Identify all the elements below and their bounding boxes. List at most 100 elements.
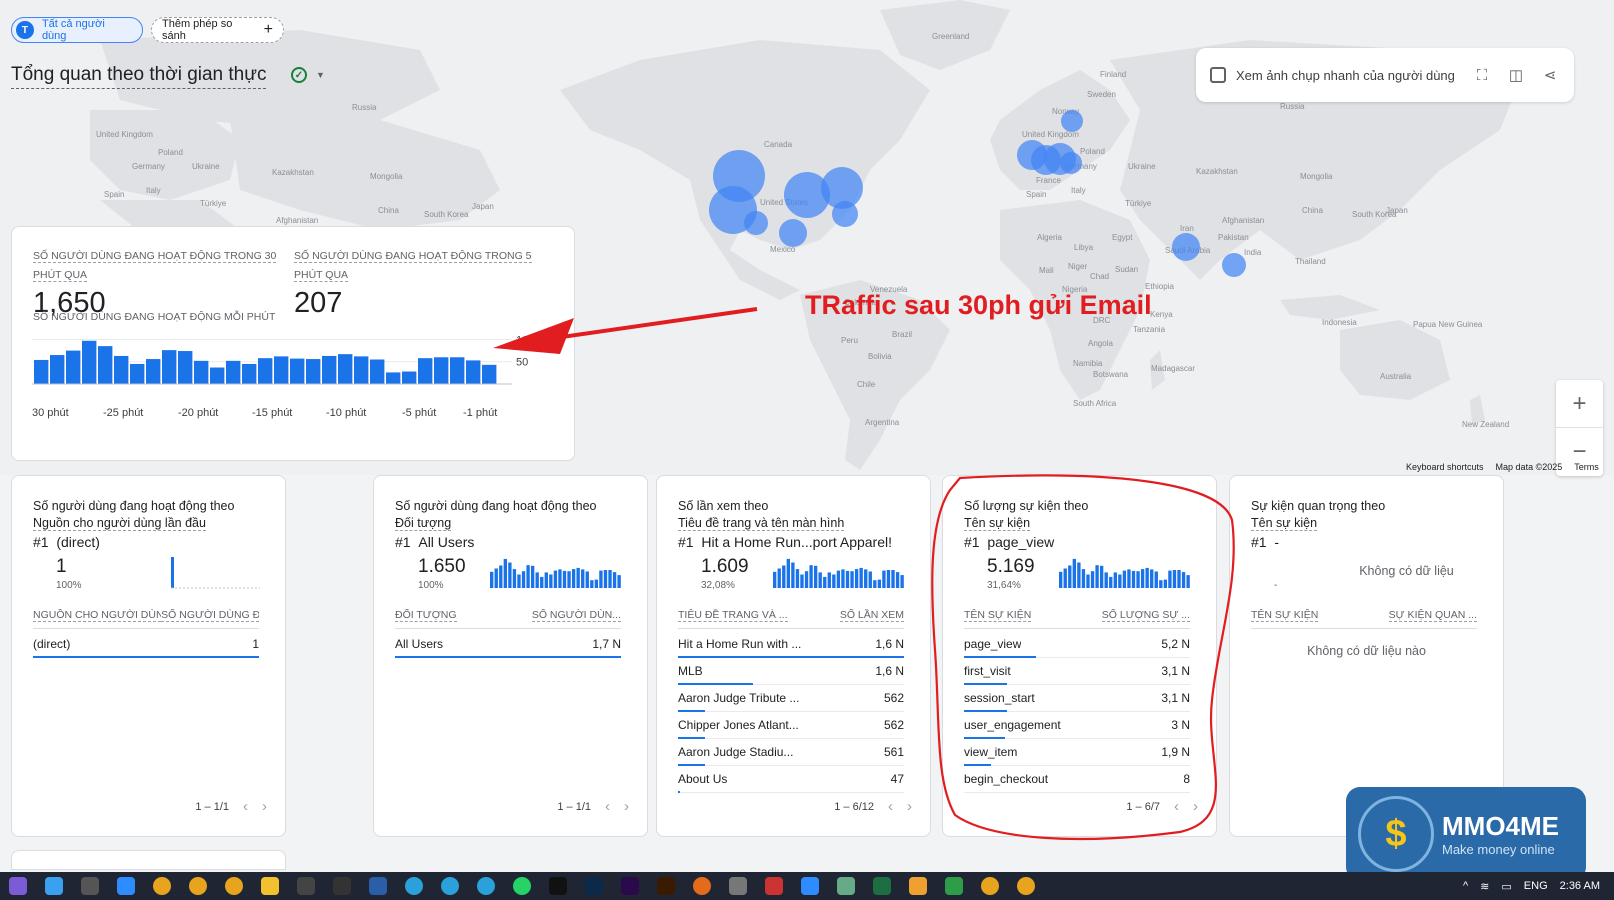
powershell-icon[interactable] [369, 877, 387, 895]
chrome-icon[interactable] [153, 877, 171, 895]
zoom-in-button[interactable]: + [1556, 380, 1603, 428]
prev-page-icon[interactable]: ‹ [888, 798, 893, 815]
column-header[interactable]: Số lần xem [839, 609, 904, 622]
next-page-icon[interactable]: › [262, 798, 267, 815]
next-page-icon[interactable]: › [907, 798, 912, 815]
table-row[interactable]: MLB 1,6 N [678, 658, 904, 685]
app-icon[interactable] [729, 877, 747, 895]
table-row[interactable]: first_visit 3,1 N [964, 658, 1190, 685]
users-5min-label[interactable]: Số người dùng đang hoạt động trong 5 phút… [294, 247, 544, 285]
keyboard-shortcuts-link[interactable]: Keyboard shortcuts [1406, 462, 1484, 472]
user-location-bubble[interactable] [1222, 253, 1246, 277]
table-row[interactable]: All Users 1,7 N [395, 631, 621, 658]
keyboard-language[interactable]: ENG [1524, 880, 1548, 892]
column-header[interactable]: Số lượng sự ... [1101, 609, 1190, 622]
prev-page-icon[interactable]: ‹ [605, 798, 610, 815]
map-label: Poland [1080, 147, 1105, 156]
users-per-minute-chart[interactable]: 100 50 30 phút -25 phút -20 phút -15 phút -10 … [32, 327, 562, 427]
next-page-icon[interactable]: › [624, 798, 629, 815]
table-row[interactable]: user_engagement 3 N [964, 712, 1190, 739]
card-title[interactable]: Số lượng sự kiện theo Tên sự kiện [964, 498, 1204, 532]
spark-bar [841, 569, 845, 588]
chevron-up-icon[interactable]: ^ [1463, 880, 1468, 892]
app-icon[interactable] [945, 877, 963, 895]
wifi-icon[interactable]: ≋ [1480, 880, 1489, 893]
clock[interactable]: 2:36 AM [1560, 880, 1600, 892]
prev-page-icon[interactable]: ‹ [1174, 798, 1179, 815]
user-location-bubble[interactable] [1060, 152, 1082, 174]
zalo-icon[interactable] [801, 877, 819, 895]
column-header[interactable]: Số người dùng đa... [161, 609, 259, 622]
card-title[interactable]: Số người dùng đang hoạt động theo Đối tượ… [395, 498, 635, 532]
table-row[interactable]: About Us 47 [678, 766, 904, 793]
users-30min-label[interactable]: Số người dùng đang hoạt động trong 30 phú… [33, 247, 283, 285]
column-header[interactable]: Tiêu đề trang và ... [678, 609, 788, 622]
table-row[interactable]: (direct) 1 [33, 631, 259, 658]
user-location-bubble[interactable] [832, 201, 858, 227]
share-icon[interactable]: ⋖ [1540, 65, 1560, 85]
chevron-down-icon[interactable]: ▼ [316, 70, 325, 80]
next-page-icon[interactable]: › [1193, 798, 1198, 815]
telegram-icon[interactable] [441, 877, 459, 895]
prev-page-icon[interactable]: ‹ [243, 798, 248, 815]
column-header[interactable]: Sự kiện quan ... [1388, 609, 1477, 622]
column-header[interactable]: Số người dùn... [531, 609, 621, 622]
segment-chip-all-users[interactable]: T Tất cả người dùng [11, 17, 143, 43]
user-snapshot-icon[interactable] [1210, 67, 1226, 83]
browser-icon[interactable] [693, 877, 711, 895]
zalo-icon[interactable] [117, 877, 135, 895]
table-row[interactable]: Aaron Judge Stadiu... 561 [678, 739, 904, 766]
row-value: 1,7 N [592, 637, 621, 651]
user-location-bubble[interactable] [1172, 233, 1200, 261]
media-player-icon[interactable] [81, 877, 99, 895]
mmo4me-badge: $ MMO4ME Make money online [1346, 787, 1586, 881]
table-row[interactable]: session_start 3,1 N [964, 685, 1190, 712]
table-row[interactable]: begin_checkout 8 [964, 766, 1190, 793]
chrome-icon[interactable] [981, 877, 999, 895]
table-row[interactable]: page_view 5,2 N [964, 631, 1190, 658]
card-title[interactable]: Số người dùng đang hoạt động theo Nguồn c… [33, 498, 273, 532]
notion-icon[interactable] [549, 877, 567, 895]
column-header[interactable]: Tên sự kiện [1251, 609, 1319, 622]
illustrator-icon[interactable] [657, 877, 675, 895]
start-icon[interactable] [9, 877, 27, 895]
column-header[interactable]: Đối tượng [395, 609, 457, 622]
chrome-icon[interactable] [225, 877, 243, 895]
excel-icon[interactable] [873, 877, 891, 895]
app-icon[interactable] [837, 877, 855, 895]
column-header[interactable]: Tên sự kiện [964, 609, 1032, 622]
card-title[interactable]: Số lần xem theo Tiêu đề trang và tên màn … [678, 498, 918, 532]
sublime-icon[interactable] [909, 877, 927, 895]
telegram-icon[interactable] [477, 877, 495, 895]
map-label: Kazakhstan [1196, 167, 1238, 176]
fullscreen-icon[interactable]: ⛶ [1472, 65, 1492, 85]
add-comparison-button[interactable]: Thêm phép so sánh + [151, 17, 284, 43]
chrome-icon[interactable] [189, 877, 207, 895]
cmd-icon[interactable] [333, 877, 351, 895]
app-icon[interactable] [765, 877, 783, 895]
premiere-icon[interactable] [621, 877, 639, 895]
telegram-icon[interactable] [405, 877, 423, 895]
chrome-icon[interactable] [1017, 877, 1035, 895]
compare-icon[interactable]: ◫ [1506, 65, 1526, 85]
card-title[interactable]: Sự kiện quan trọng theo Tên sự kiện [1251, 498, 1491, 532]
user-location-bubble[interactable] [744, 211, 768, 235]
bar [242, 363, 257, 384]
terms-link[interactable]: Terms [1574, 462, 1599, 472]
table-row[interactable]: Chipper Jones Atlant... 562 [678, 712, 904, 739]
table-row[interactable]: Hit a Home Run with ... 1,6 N [678, 631, 904, 658]
cloud-app-icon[interactable] [45, 877, 63, 895]
photoshop-icon[interactable] [585, 877, 603, 895]
terminal-icon[interactable] [297, 877, 315, 895]
table-row[interactable]: Aaron Judge Tribute ... 562 [678, 685, 904, 712]
folder-icon[interactable] [261, 877, 279, 895]
user-snapshot-button[interactable]: Xem ảnh chụp nhanh của người dùng [1236, 68, 1458, 83]
user-location-bubble[interactable] [779, 219, 807, 247]
column-header[interactable]: Nguồn cho người dùng ... [33, 609, 162, 622]
spark-bar [1099, 565, 1104, 588]
user-location-bubble[interactable] [1061, 110, 1083, 132]
page-title[interactable]: Tổng quan theo thời gian thực [11, 64, 267, 89]
battery-icon[interactable]: ▭ [1501, 880, 1511, 893]
table-row[interactable]: view_item 1,9 N [964, 739, 1190, 766]
whatsapp-icon[interactable] [513, 877, 531, 895]
